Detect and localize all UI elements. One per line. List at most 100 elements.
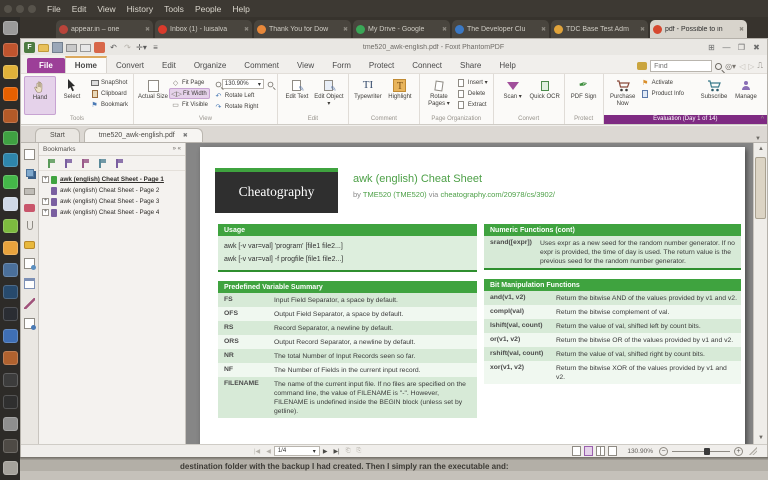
menu-item-people[interactable]: People xyxy=(195,4,221,14)
document-canvas[interactable]: Cheatography awk (english) Cheat Sheet b… xyxy=(186,143,767,444)
app-orange-icon[interactable] xyxy=(2,351,18,365)
zoom-out-icon[interactable] xyxy=(215,81,222,87)
app-dark-icon[interactable] xyxy=(2,395,18,409)
app-mask-icon[interactable] xyxy=(2,263,18,277)
browser-tab[interactable]: Thank You for Dow ✖ xyxy=(254,20,351,38)
first-page-icon[interactable]: |◀ xyxy=(254,448,260,455)
extract-button[interactable]: Extract xyxy=(455,99,490,110)
calc-doc-icon[interactable] xyxy=(2,219,18,233)
continuous-view-icon[interactable] xyxy=(584,446,594,456)
rotate-left-button[interactable]: ↶ Rotate Left xyxy=(212,90,274,101)
delete-bookmark-icon[interactable] xyxy=(81,158,89,168)
expand-icon[interactable]: + xyxy=(42,209,49,216)
tab-document[interactable]: tme520_awk-english.pdf ✖ xyxy=(83,128,203,142)
green-app-icon[interactable] xyxy=(2,175,18,189)
web-green-icon[interactable] xyxy=(2,131,18,145)
scan-button[interactable]: Scan ▾ xyxy=(497,76,529,115)
chrome-icon[interactable] xyxy=(2,65,18,79)
ribbon-tab-share[interactable]: Share xyxy=(451,58,490,73)
zoom-out-button[interactable]: − xyxy=(659,446,668,456)
edit-text-button[interactable]: Edit Text xyxy=(281,76,313,115)
close-tab-icon[interactable]: ✖ xyxy=(640,26,645,33)
rotate-pages-button[interactable]: Rotate Pages ▾ xyxy=(423,76,455,115)
redo-icon[interactable]: ↷ xyxy=(122,42,133,53)
highlight-button[interactable]: T Highlight xyxy=(384,76,416,115)
camera-dark-icon[interactable] xyxy=(2,373,18,387)
window-dot-icon[interactable] xyxy=(4,4,12,13)
zoom-slider[interactable] xyxy=(672,447,730,455)
continuous-facing-view-icon[interactable] xyxy=(608,446,618,456)
bookmark-item[interactable]: + awk (english) Cheat Sheet - Page 3 xyxy=(41,196,183,207)
ribbon-tab-file[interactable]: File xyxy=(27,58,65,73)
browser-tab[interactable]: TDC Base Test Adm ✖ xyxy=(551,20,648,38)
cheatography-link[interactable]: cheatography.com/20978/cs/3902/ xyxy=(440,190,555,199)
resize-grip[interactable] xyxy=(749,447,757,455)
reading-mode-icon[interactable]: ⎍ xyxy=(757,61,763,71)
search-icon[interactable] xyxy=(715,62,723,70)
pdf-sign-button[interactable]: ✒ PDF Sign xyxy=(568,76,600,115)
zoom-level-select[interactable]: 130.90% ▾ xyxy=(221,79,264,89)
customize-toolbar-icon[interactable]: ≡ xyxy=(150,42,161,53)
menu-item-edit[interactable]: Edit xyxy=(72,4,87,14)
signatures-icon[interactable] xyxy=(24,298,35,309)
image-dark-icon[interactable] xyxy=(2,439,18,453)
ribbon-tab-comment[interactable]: Comment xyxy=(235,58,288,73)
fields-panel-icon[interactable] xyxy=(24,278,35,289)
fit-width-button[interactable]: ◁▷ Fit Width xyxy=(169,88,210,99)
fit-page-button[interactable]: ◇ Fit Page xyxy=(169,77,210,88)
tab-start[interactable]: Start xyxy=(35,128,80,142)
menu-item-file[interactable]: File xyxy=(47,4,61,14)
screenshot-1-icon[interactable] xyxy=(2,417,18,431)
vertical-scrollbar[interactable]: ▲ ▼ xyxy=(753,143,767,444)
find-input[interactable] xyxy=(650,60,713,72)
panel-collapse-icons[interactable]: » « xyxy=(173,146,181,152)
minimize-icon[interactable]: — xyxy=(720,42,733,53)
menu-item-history[interactable]: History xyxy=(127,4,153,14)
bookmark-button[interactable]: ⚑ Bookmark xyxy=(88,99,130,110)
firefox-icon[interactable] xyxy=(2,87,18,101)
single-page-view-icon[interactable] xyxy=(572,446,582,456)
browser-tab[interactable]: appear.in – one ✖ xyxy=(56,20,153,38)
browser-tab[interactable]: pdf - Possible to in ✖ xyxy=(650,20,747,38)
browser-tab[interactable]: The Developer Clu ✖ xyxy=(452,20,549,38)
bookmark-item[interactable]: + awk (english) Cheat Sheet - Page 4 xyxy=(41,207,183,218)
expand-icon[interactable]: + xyxy=(42,176,49,183)
scroll-up-icon[interactable]: ▲ xyxy=(754,143,767,155)
ribbon-tab-organize[interactable]: Organize xyxy=(185,58,235,73)
window-dot-icon[interactable] xyxy=(16,4,24,13)
terminal-icon[interactable] xyxy=(2,109,18,123)
ribbon-tab-form[interactable]: Form xyxy=(323,58,360,73)
bookmark-item[interactable]: + awk (english) Cheat Sheet - Page 1 xyxy=(41,174,183,185)
menu-item-tools[interactable]: Tools xyxy=(164,4,184,14)
scrollbar-thumb[interactable] xyxy=(755,157,766,219)
ribbon-tab-home[interactable]: Home xyxy=(64,56,108,73)
zoom-slider-thumb[interactable] xyxy=(704,447,710,455)
zoom-in-button[interactable]: + xyxy=(734,446,743,456)
tile-windows-icon[interactable]: ⊞ xyxy=(705,42,718,53)
app-darkblue-icon[interactable] xyxy=(2,285,18,299)
edit-object-button[interactable]: Edit Object ▾ xyxy=(313,76,345,115)
ribbon-tab-edit[interactable]: Edit xyxy=(153,58,185,73)
subscribe-button[interactable]: Subscribe xyxy=(698,76,730,115)
hand-button[interactable]: Hand xyxy=(24,76,56,115)
manage-button[interactable]: Manage xyxy=(730,76,762,115)
settings-icon[interactable] xyxy=(2,21,18,35)
clipboard-button[interactable]: Clipboard xyxy=(88,88,130,99)
close-tab-icon[interactable]: ✖ xyxy=(343,26,348,33)
close-tab-icon[interactable]: ✖ xyxy=(244,26,249,33)
purchase-now-button[interactable]: Purchase Now xyxy=(607,76,639,115)
bookmark-filter-icon[interactable] xyxy=(115,158,123,168)
screenshot-2-icon[interactable] xyxy=(2,461,18,475)
delete-button[interactable]: Delete xyxy=(455,88,490,99)
steam-icon[interactable] xyxy=(2,307,18,321)
close-tab-icon[interactable]: ✖ xyxy=(442,26,447,33)
impress-doc-icon[interactable] xyxy=(2,241,18,255)
expand-bookmark-icon[interactable] xyxy=(47,158,55,168)
select-button[interactable]: Select xyxy=(56,76,88,115)
close-tab-icon[interactable]: ✖ xyxy=(739,26,744,33)
security-icon[interactable] xyxy=(24,241,35,249)
facing-view-icon[interactable] xyxy=(596,446,606,456)
new-bookmark-icon[interactable] xyxy=(64,158,72,168)
scroll-down-icon[interactable]: ▼ xyxy=(754,432,767,444)
print-icon[interactable] xyxy=(66,44,77,52)
